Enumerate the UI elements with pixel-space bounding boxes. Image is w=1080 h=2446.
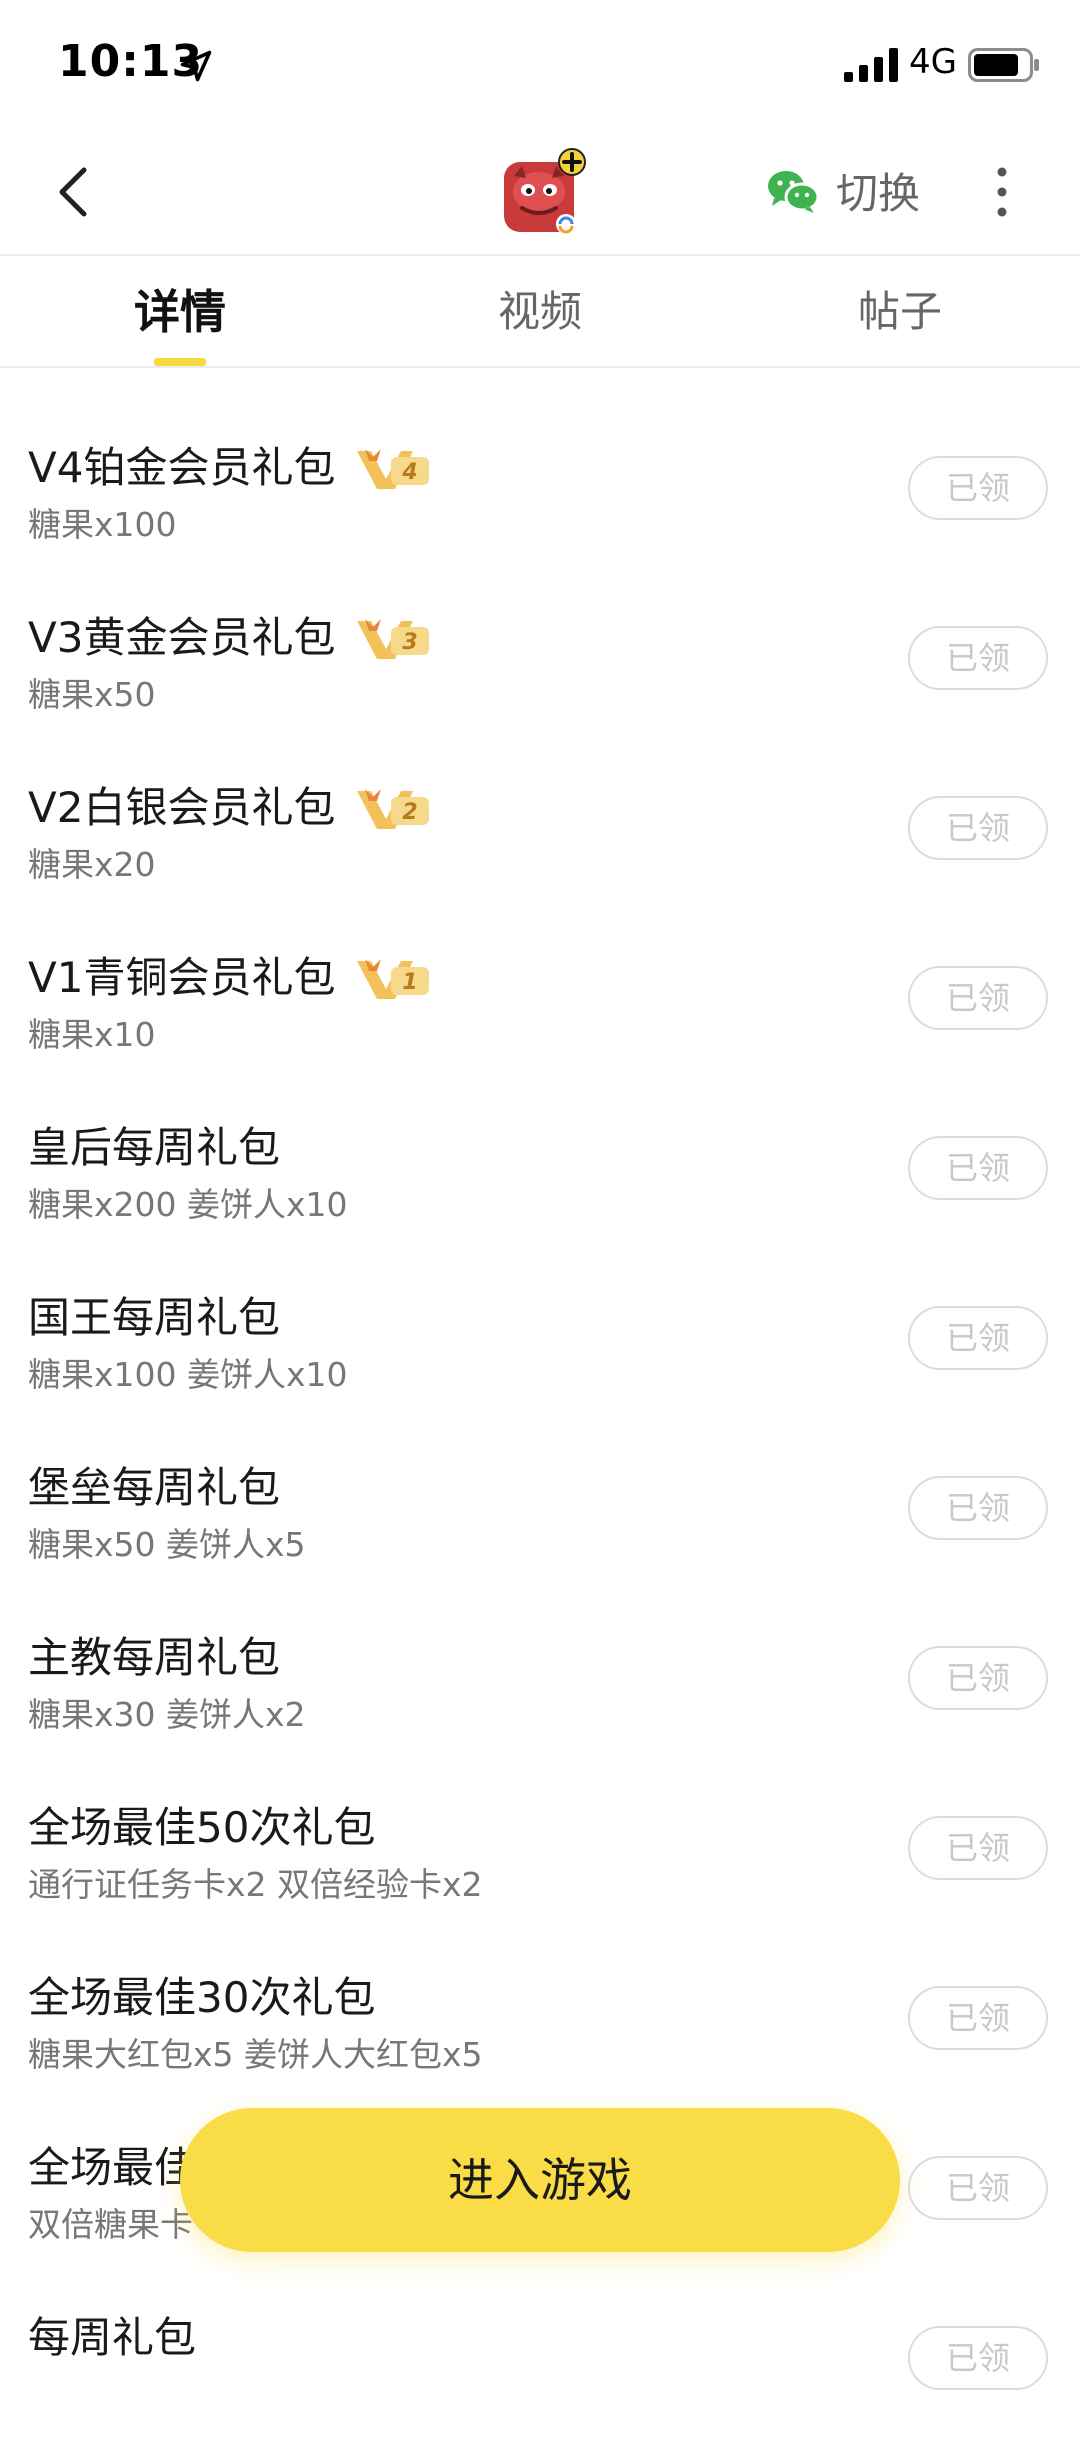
gift-pack-contents: 糖果x10 [28,1015,156,1054]
gift-pack-contents: 糖果x30 姜饼人x2 [28,1695,306,1734]
game-app-icon[interactable] [500,148,592,240]
gift-pack-title: 堡垒每周礼包 [28,1463,281,1512]
claimed-button[interactable]: 已领 [908,1986,1048,2050]
back-chevron-icon[interactable] [48,160,98,224]
gift-pack-contents: 糖果x100 姜饼人x10 [28,1355,348,1394]
gift-pack-name: V1青铜会员礼包 [28,953,336,1002]
gift-pack-title: 全场最佳 [28,2143,197,2192]
vip-level-2-badge-icon: 2 [357,788,430,829]
gift-pack-title: 主教每周礼包 [28,1633,281,1682]
gift-pack-row: 皇后每周礼包 糖果x200 姜饼人x10 已领 [0,1086,1080,1256]
gift-pack-title: 全场最佳50次礼包 [28,1803,376,1852]
signal-strength-icon [844,48,898,82]
claimed-button[interactable]: 已领 [908,2326,1048,2390]
gift-pack-row: 堡垒每周礼包 糖果x50 姜饼人x5 已领 [0,1426,1080,1596]
network-type-label: 4G [909,42,957,82]
gift-pack-contents: 双倍糖果卡 [28,2205,193,2244]
claimed-button[interactable]: 已领 [908,456,1048,520]
gift-pack-row: V3黄金会员礼包 3 糖果x50 已领 [0,576,1080,746]
claimed-button[interactable]: 已领 [908,1646,1048,1710]
gift-pack-name: V3黄金会员礼包 [28,613,336,662]
claimed-button[interactable]: 已领 [908,966,1048,1030]
gift-pack-contents: 糖果x50 姜饼人x5 [28,1525,306,1564]
switch-account-button[interactable]: 切换 [836,160,920,221]
gift-pack-title: V2白银会员礼包 2 [28,774,431,835]
gift-pack-contents: 糖果x50 [28,675,156,714]
gift-pack-row: 全场最佳30次礼包 糖果大红包x5 姜饼人大红包x5 已领 [0,1936,1080,2106]
gift-pack-contents: 糖果x100 [28,505,177,544]
gift-pack-row: V4铂金会员礼包 4 糖果x100 已领 [0,406,1080,576]
gift-pack-title: 全场最佳30次礼包 [28,1973,376,2022]
gift-pack-name: V4铂金会员礼包 [28,443,336,492]
status-bar: 10:13 4G [0,0,1080,130]
gift-pack-contents: 糖果大红包x5 姜饼人大红包x5 [28,2035,483,2074]
vip-level-4-badge-icon: 4 [357,448,430,489]
wechat-icon[interactable] [766,168,820,214]
gift-pack-name: V2白银会员礼包 [28,783,336,832]
tab-posts[interactable]: 帖子 [720,256,1080,368]
gift-pack-contents: 糖果x20 [28,845,156,884]
tab-bar: 详情 视频 帖子 [0,254,1080,368]
gift-pack-title: 每周礼包 [28,2313,197,2362]
gift-pack-contents: 通行证任务卡x2 双倍经验卡x2 [28,1865,483,1904]
claimed-button[interactable]: 已领 [908,1816,1048,1880]
enter-game-button[interactable]: 进入游戏 [180,2108,900,2252]
claimed-button[interactable]: 已领 [908,796,1048,860]
gift-pack-row: 主教每周礼包 糖果x30 姜饼人x2 已领 [0,1596,1080,1766]
gift-pack-row: V2白银会员礼包 2 糖果x20 已领 [0,746,1080,916]
nav-bar: 切换 [0,130,1080,254]
gift-pack-row: 国王每周礼包 糖果x100 姜饼人x10 已领 [0,1256,1080,1426]
claimed-button[interactable]: 已领 [908,1306,1048,1370]
vip-badge-level: 1 [403,970,418,995]
gift-pack-title: V4铂金会员礼包 4 [28,434,431,495]
tab-details[interactable]: 详情 [0,256,360,368]
vip-badge-level: 3 [403,630,418,655]
vip-badge-level: 2 [403,800,418,825]
tab-videos[interactable]: 视频 [360,256,720,368]
claimed-button[interactable]: 已领 [908,626,1048,690]
more-options-icon[interactable] [992,164,1012,220]
location-arrow-icon [180,50,212,82]
gift-pack-title: V1青铜会员礼包 1 [28,944,431,1005]
vip-badge-level: 4 [402,460,418,485]
gift-pack-row: V1青铜会员礼包 1 糖果x10 已领 [0,916,1080,1086]
vip-level-1-badge-icon: 1 [357,958,430,999]
claimed-button[interactable]: 已领 [908,2156,1048,2220]
gift-pack-title: 国王每周礼包 [28,1293,281,1342]
active-tab-indicator [154,358,206,366]
claimed-button[interactable]: 已领 [908,1476,1048,1540]
vip-level-3-badge-icon: 3 [357,618,430,659]
gift-pack-contents: 糖果x200 姜饼人x10 [28,1185,348,1224]
claimed-button[interactable]: 已领 [908,1136,1048,1200]
gift-pack-row: 全场最佳50次礼包 通行证任务卡x2 双倍经验卡x2 已领 [0,1766,1080,1936]
gift-pack-title: 皇后每周礼包 [28,1123,281,1172]
gift-pack-title: V3黄金会员礼包 3 [28,604,431,665]
battery-icon [968,48,1039,82]
gift-pack-row: 每周礼包 已领 [0,2276,1080,2446]
